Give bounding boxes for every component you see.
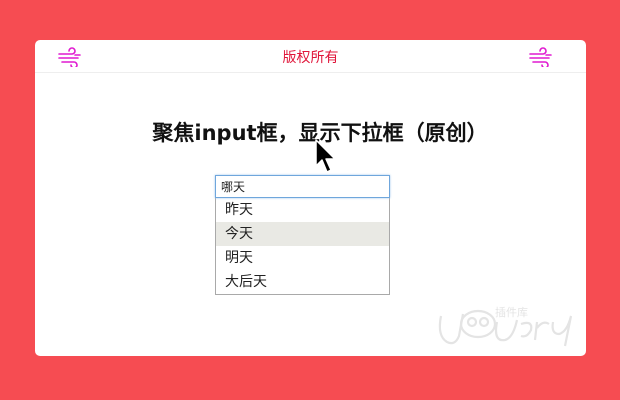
watermark-subtext: 插件库 [495, 305, 528, 319]
content-card: 版权所有 聚焦input框，显示下拉框（原创） 昨天 今天 明天 大后天 [35, 40, 586, 356]
mouse-pointer-icon [315, 139, 336, 173]
dropdown-option-yesterday[interactable]: 昨天 [216, 198, 389, 222]
copyright-text: 版权所有 [282, 50, 339, 66]
combo-box: 昨天 今天 明天 大后天 [215, 175, 390, 295]
dropdown-option-today[interactable]: 今天 [216, 222, 389, 246]
dropdown-list: 昨天 今天 明天 大后天 [215, 198, 390, 295]
wind-icon[interactable] [529, 47, 553, 67]
dropdown-option-tomorrow[interactable]: 明天 [216, 246, 389, 270]
day-input[interactable] [215, 175, 390, 198]
jquery-watermark-logo: 插件库 [438, 305, 573, 347]
card-header: 版权所有 [35, 40, 586, 73]
dropdown-option-day-after-tomorrow[interactable]: 大后天 [216, 270, 389, 294]
